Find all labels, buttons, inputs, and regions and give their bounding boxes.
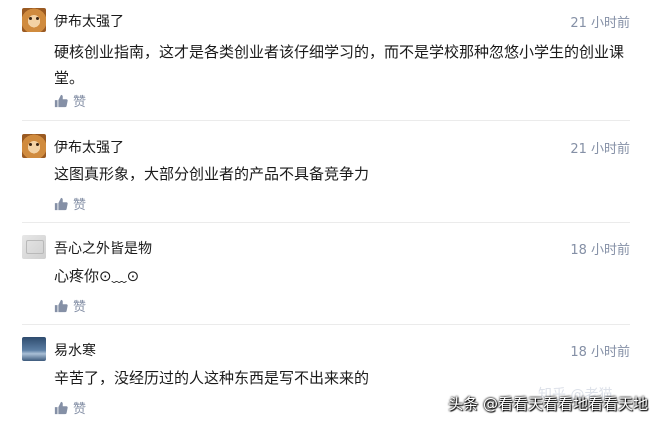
thumbs-up-icon bbox=[54, 299, 68, 312]
avatar[interactable] bbox=[22, 8, 46, 32]
like-label: 赞 bbox=[73, 402, 87, 417]
divider bbox=[22, 324, 630, 325]
comment-item: 伊布太强了 21 小时前 硬核创业指南，这才是各类创业者该仔细学习的，而不是学校… bbox=[0, 8, 658, 118]
comment-text: 心疼你⊙﹏⊙ bbox=[54, 267, 140, 285]
comment-text: 硬核创业指南，这才是各类创业者该仔细学习的，而不是学校那种忽悠小学生的创业课堂。 bbox=[54, 43, 625, 87]
like-button[interactable]: 赞 bbox=[54, 398, 86, 417]
comment-time: 21 小时前 bbox=[570, 16, 630, 31]
avatar[interactable] bbox=[22, 235, 46, 259]
author-name[interactable]: 伊布太强了 bbox=[54, 11, 124, 31]
thumbs-up-icon bbox=[54, 401, 68, 414]
toutiao-watermark: 头条 @看看天看看地看看天地 bbox=[448, 395, 648, 413]
comment-time: 18 小时前 bbox=[570, 345, 630, 360]
author-name[interactable]: 易水寒 bbox=[54, 340, 96, 360]
like-label: 赞 bbox=[73, 198, 87, 213]
comment-item: 吾心之外皆是物 18 小时前 心疼你⊙﹏⊙ 赞 bbox=[0, 235, 658, 315]
comment-time: 18 小时前 bbox=[570, 243, 630, 258]
thumbs-up-icon bbox=[54, 94, 68, 107]
like-button[interactable]: 赞 bbox=[54, 91, 86, 110]
like-label: 赞 bbox=[73, 95, 87, 110]
comment-time: 21 小时前 bbox=[570, 142, 630, 157]
like-button[interactable]: 赞 bbox=[54, 296, 86, 315]
thumbs-up-icon bbox=[54, 197, 68, 210]
author-name[interactable]: 吾心之外皆是物 bbox=[54, 238, 152, 258]
comment-item: 伊布太强了 21 小时前 这图真形象，大部分创业者的产品不具备竞争力 赞 bbox=[0, 134, 658, 214]
avatar[interactable] bbox=[22, 134, 46, 158]
comment-text: 这图真形象，大部分创业者的产品不具备竞争力 bbox=[54, 165, 370, 183]
avatar[interactable] bbox=[22, 337, 46, 361]
like-button[interactable]: 赞 bbox=[54, 194, 86, 213]
like-label: 赞 bbox=[73, 300, 87, 315]
divider bbox=[22, 222, 630, 223]
author-name[interactable]: 伊布太强了 bbox=[54, 137, 124, 157]
divider bbox=[22, 120, 630, 121]
